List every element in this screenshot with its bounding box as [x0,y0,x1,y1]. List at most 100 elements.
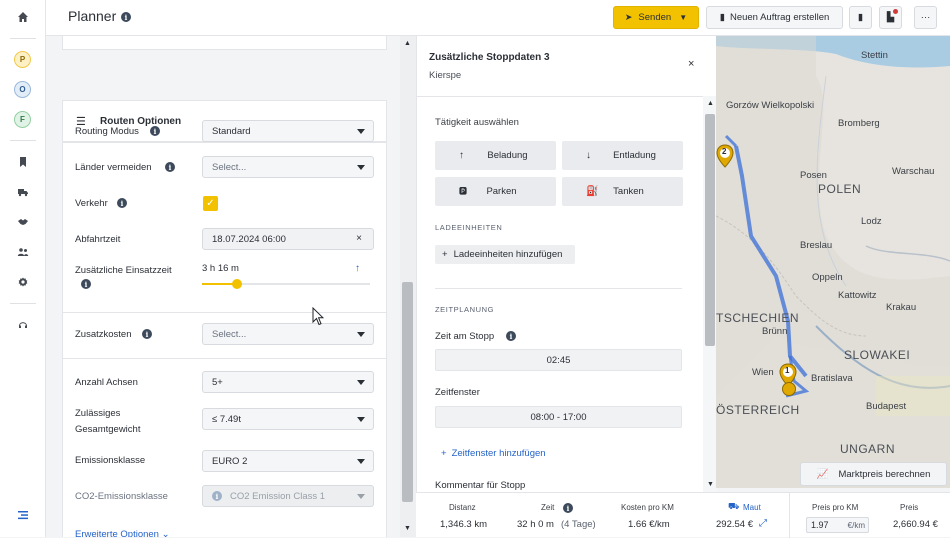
parking-icon: 🅿 [459,187,467,196]
close-icon[interactable]: × [688,58,694,70]
gear-icon[interactable] [0,272,46,292]
list-toggle-icon[interactable] [0,505,46,525]
info-icon[interactable]: i [506,331,516,341]
add-load-units-button[interactable]: + Ladeeinheiten hinzufügen [435,245,575,264]
time-window-label: Zeitfenster [435,387,480,398]
slider-thumb[interactable] [232,279,242,289]
rail-badge-f[interactable]: F [14,111,31,128]
route-pin-3[interactable] [782,382,796,396]
scroll-thumb[interactable] [402,282,413,502]
new-order-button[interactable]: ▮ Neuen Auftrag erstellen [706,6,843,29]
info-icon[interactable]: i [142,329,152,339]
time-at-stop-input[interactable]: 02:45 [435,349,682,371]
info-icon: i [212,491,222,501]
emission-class-select[interactable]: EURO 2 [202,450,374,472]
loading-button[interactable]: ↑ Beladung [435,141,556,170]
caret-down-icon [357,494,365,499]
country-label: POLEN [818,182,862,196]
info-icon[interactable]: i [563,503,573,513]
divider [62,358,387,359]
rail-badge-p[interactable]: P [14,51,31,68]
caret-down-icon [357,332,365,337]
info-icon[interactable]: i [150,126,160,136]
stop-detail-body: Tätigkeit auswählen ↑ Beladung ↓ Entladung… [417,96,703,492]
scroll-up-arrow[interactable]: ▲ [707,100,714,107]
extra-costs-select[interactable]: Select... [202,323,374,345]
arrow-up-icon: ↑ [459,150,464,161]
toll-value[interactable]: 292.54 € [716,519,753,530]
avoid-countries-label: Länder vermeiden [75,162,152,173]
arrow-up-icon[interactable]: ↑ [355,263,360,274]
axles-select[interactable]: 5+ [202,371,374,393]
expand-icon[interactable]: ⤢ [759,518,767,529]
price-per-km-label: Preis pro KM [812,503,859,512]
map-label: Posen [800,170,827,181]
info-icon[interactable]: i [165,162,175,172]
more-button[interactable]: ··· [914,6,937,29]
headset-icon[interactable] [0,315,46,335]
price-per-km-input[interactable]: 1.97 €/km [806,517,869,533]
detail-scrollbar[interactable]: ▲ ▼ [703,96,717,496]
left-scrollbar[interactable]: ▲ ▼ [400,36,416,537]
parking-label: Parken [486,186,517,197]
extra-time-label: Zusätzliche Einsatzzeit [75,265,172,276]
scroll-down-arrow[interactable]: ▼ [404,525,411,532]
routing-mode-select[interactable]: Standard [202,120,374,142]
truck-icon[interactable] [0,182,46,202]
handshake-icon[interactable] [0,212,46,232]
fuel-button[interactable]: ⛽ Tanken [562,177,683,206]
axles-value: 5+ [212,376,223,388]
extra-costs-placeholder: Select... [212,328,247,340]
scroll-thumb[interactable] [705,114,715,346]
fuel-label: Tanken [613,186,644,197]
chart-button[interactable]: ▙ [879,6,902,29]
bookmark-icon[interactable] [0,152,46,172]
price-per-km-unit: €/km [847,520,865,530]
map-label: Oppeln [812,272,843,283]
map-label: Bromberg [838,118,880,129]
send-button-label: Senden [638,12,672,23]
co2-class-select: i CO2 Emission Class 1 [202,485,374,507]
pdf-icon: ▮ [857,12,864,23]
rail-badge-o[interactable]: O [14,81,31,98]
avoid-countries-select[interactable]: Select... [202,156,374,178]
time-window-input[interactable]: 08:00 - 17:00 [435,406,682,428]
time-window-value: 08:00 - 17:00 [530,411,587,423]
country-label: TSCHECHIEN [716,311,800,325]
route-pin-2[interactable]: 2 [716,144,734,168]
price-per-km-value: 1.97 [811,520,829,530]
scroll-down-arrow[interactable]: ▼ [707,481,714,488]
scroll-up-arrow[interactable]: ▲ [404,40,411,47]
home-icon[interactable] [0,7,46,27]
market-price-button[interactable]: 📈 Marktpreis berechnen [800,462,947,486]
caret-down-icon [357,459,365,464]
co2-class-value: CO2 Emission Class 1 [230,490,326,502]
co2-class-label: CO2-Emissionsklasse [75,491,168,502]
route-map[interactable]: Stettin Gorzów Wielkopolski Bromberg Pos… [716,36,950,488]
weight-label-line1: Zulässiges [75,408,121,419]
stop-detail-subtitle: Kierspe [429,70,462,81]
add-time-window-link[interactable]: + Zeitfenster hinzufügen [441,448,546,459]
parking-button[interactable]: 🅿 Parken [435,177,556,206]
extra-costs-label: Zusatzkosten [75,329,132,340]
weight-select[interactable]: ≤ 7.49t [202,408,374,430]
map-label: Kattowitz [838,290,877,301]
send-button[interactable]: ➤ Senden ▼ [613,6,699,29]
cost-per-km-label: Kosten pro KM [621,503,674,512]
traffic-checkbox[interactable]: ✓ [203,196,218,211]
clear-icon[interactable]: × [356,233,362,244]
departure-input[interactable]: 18.07.2024 06:00 × [202,228,374,250]
users-icon[interactable] [0,242,46,262]
info-icon[interactable]: i [81,279,91,289]
time-at-stop-label: Zeit am Stopp [435,331,495,342]
extra-time-slider[interactable] [202,279,370,289]
unloading-button[interactable]: ↓ Entladung [562,141,683,170]
time-planning-caption: ZEITPLANUNG [435,305,495,314]
pdf-button[interactable]: ▮ [849,6,872,29]
info-icon[interactable]: i [117,198,127,208]
info-icon[interactable]: i [121,12,131,22]
price-value: 2,660.94 € [893,519,938,530]
advanced-options-link[interactable]: Erweiterte Optionen ⌄ [75,529,170,537]
caret-down-icon [357,165,365,170]
toll-icon: ⛟ [728,501,740,511]
